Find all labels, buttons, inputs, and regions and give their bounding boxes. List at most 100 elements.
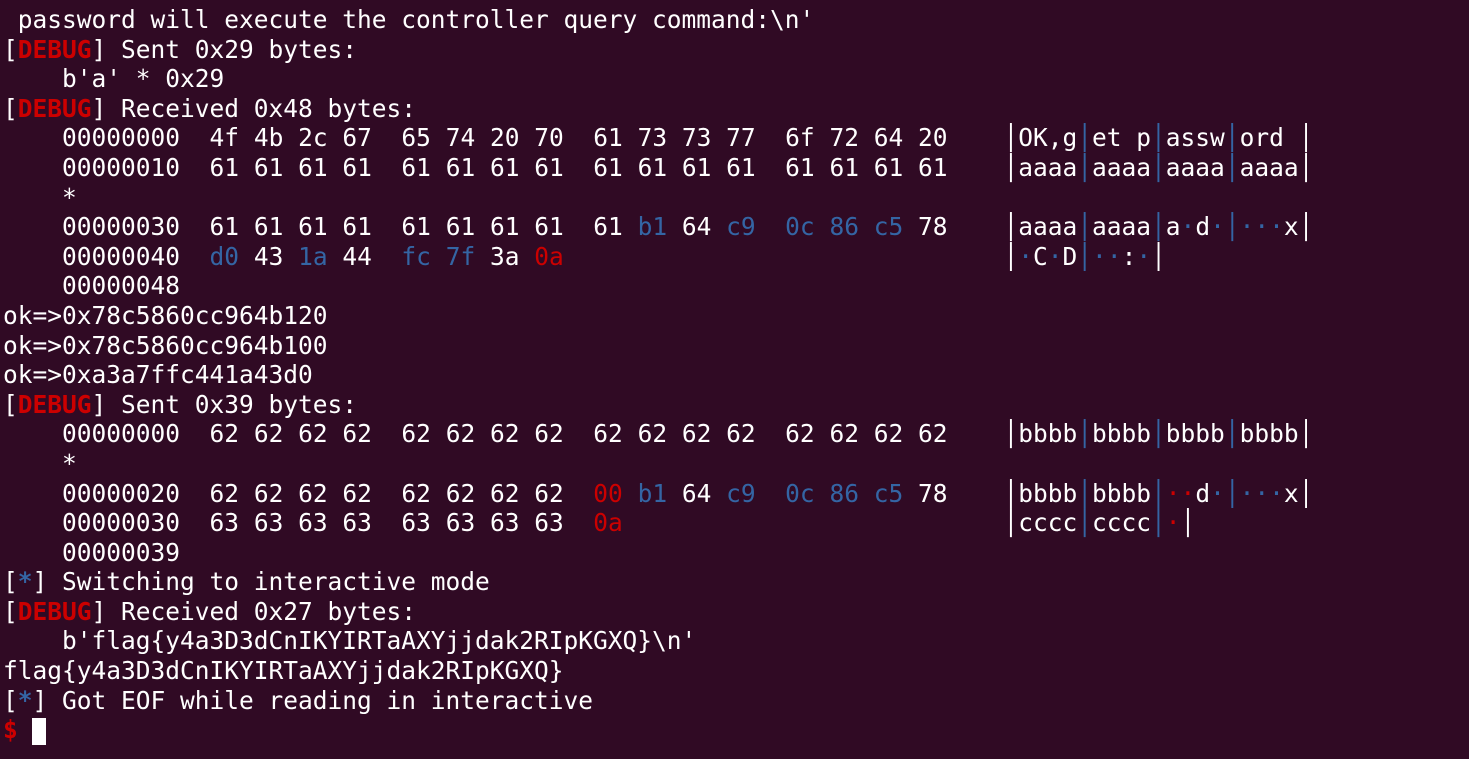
ascii-group: aaaa xyxy=(1239,152,1299,182)
hex-byte: 0a xyxy=(593,508,623,538)
ascii-border: │ xyxy=(1003,419,1019,449)
ascii-border: │ xyxy=(1298,419,1314,449)
hex-byte: 62 xyxy=(445,419,476,449)
terminal-line: [DEBUG] Sent 0x29 bytes: xyxy=(3,35,1469,65)
hex-byte: b1 xyxy=(637,478,668,508)
hex-byte: 3a xyxy=(489,241,520,271)
hex-byte: 61 xyxy=(445,152,476,182)
hex-byte: 61 xyxy=(726,152,756,182)
terminal-line: ok=>0xa3a7ffc441a43d0 xyxy=(3,360,1469,390)
hexdump-ascii: │·C·D│··:·│ xyxy=(1003,242,1165,271)
hexdump-bytes: 62 62 62 62 62 62 62 62 00 b1 64 c9 0c 8… xyxy=(210,479,974,509)
hexdump-ascii: │OK,g│et p│assw│ord │ xyxy=(1003,123,1313,152)
hexdump-ascii: │aaaa│aaaa│a·d·│···x│ xyxy=(1003,212,1313,241)
bracket-open: [ xyxy=(3,93,18,123)
hex-byte: 86 xyxy=(829,478,859,508)
ascii-group: cccc xyxy=(1018,508,1078,538)
ascii-separator: │ xyxy=(1077,241,1093,271)
hex-byte: 61 xyxy=(401,212,431,242)
ascii-group: aaaa xyxy=(1165,152,1225,182)
ascii-group: cccc xyxy=(1092,508,1152,538)
hex-byte: 61 xyxy=(209,152,240,182)
hex-byte: 4b xyxy=(253,123,284,153)
ascii-border: │ xyxy=(1003,508,1019,538)
terminal-line: 00000048 xyxy=(3,271,1469,301)
bracket-open: [ xyxy=(3,567,18,597)
hex-byte: 0a xyxy=(534,241,564,271)
terminal-line: 00000000 4f 4b 2c 67 65 74 20 70 61 73 7… xyxy=(3,123,1469,153)
hex-byte: 77 xyxy=(726,123,756,153)
hex-byte: 61 xyxy=(342,212,372,242)
hexdump-bytes: 61 61 61 61 61 61 61 61 61 b1 64 c9 0c 8… xyxy=(210,212,974,242)
ascii-border: │ xyxy=(1298,212,1314,242)
terminal-output[interactable]: password will execute the controller que… xyxy=(0,0,1469,759)
line-text: flag{y4a3D3dCnIKYIRTaAXYjjdak2RIpKGXQ} xyxy=(3,656,564,686)
hex-byte: d0 xyxy=(209,241,240,271)
line-text: ok=>0xa3a7ffc441a43d0 xyxy=(3,360,313,390)
hex-byte: 74 xyxy=(445,123,476,153)
ascii-group: bbbb xyxy=(1018,419,1078,449)
hex-byte: 65 xyxy=(401,123,431,153)
ascii-group: et p xyxy=(1092,123,1152,153)
terminal-line: b'flag{y4a3D3dCnIKYIRTaAXYjjdak2RIpKGXQ}… xyxy=(3,626,1469,656)
hex-byte: 61 xyxy=(298,212,328,242)
ascii-group: aaaa xyxy=(1018,212,1078,242)
line-text: b'flag{y4a3D3dCnIKYIRTaAXYjjdak2RIpKGXQ}… xyxy=(3,626,697,656)
ascii-group: ord xyxy=(1239,123,1299,153)
ascii-border: │ xyxy=(1298,478,1314,508)
line-text: * xyxy=(3,182,77,212)
hex-byte: 61 xyxy=(298,152,328,182)
hex-byte: 63 xyxy=(253,508,284,538)
hex-byte: 62 xyxy=(298,419,328,449)
hexdump-offset: 00000030 xyxy=(62,508,181,538)
hex-byte: 78 xyxy=(918,212,948,242)
terminal-line: 00000020 62 62 62 62 62 62 62 62 00 b1 6… xyxy=(3,479,1469,509)
bracket-open: [ xyxy=(3,596,18,626)
ascii-separator: │ xyxy=(1151,123,1166,153)
line-text: ] Switching to interactive mode xyxy=(32,567,490,597)
ascii-group: ··:· xyxy=(1092,241,1152,271)
hexdump-ascii: │aaaa│aaaa│aaaa│aaaa│ xyxy=(1003,153,1313,182)
hex-byte: 61 xyxy=(918,152,948,182)
ascii-border: │ xyxy=(1151,241,1166,271)
hex-byte: 61 xyxy=(829,152,859,182)
terminal-line: [*] Got EOF while reading in interactive xyxy=(3,686,1469,716)
ascii-separator: │ xyxy=(1151,478,1166,508)
bracket-open: [ xyxy=(3,685,18,715)
ascii-group: ···x xyxy=(1239,212,1299,242)
hexdump-offset: 00000020 xyxy=(62,478,181,508)
hex-byte: 67 xyxy=(342,123,372,153)
hex-byte: 62 xyxy=(873,419,904,449)
hex-byte: 43 xyxy=(253,241,284,271)
debug-tag: DEBUG xyxy=(17,93,92,123)
ascii-separator: │ xyxy=(1077,478,1092,508)
line-text: password will execute the controller que… xyxy=(3,5,815,34)
hex-byte: 00 xyxy=(593,478,623,508)
ascii-group: bbbb xyxy=(1092,478,1152,508)
hexdump-bytes: 61 61 61 61 61 61 61 61 61 61 61 61 61 6… xyxy=(210,153,974,183)
ascii-border: │ xyxy=(1003,152,1019,182)
hex-byte: 62 xyxy=(253,478,284,508)
hex-byte: 61 xyxy=(534,152,564,182)
hex-byte: 2c xyxy=(298,123,328,153)
hex-byte: 4f xyxy=(209,123,240,153)
terminal-line: flag{y4a3D3dCnIKYIRTaAXYjjdak2RIpKGXQ} xyxy=(3,656,1469,686)
hex-byte: 62 xyxy=(298,478,328,508)
hex-byte: 62 xyxy=(342,419,372,449)
hex-byte: 62 xyxy=(534,478,564,508)
hex-byte: c9 xyxy=(726,212,756,242)
hexdump-bytes: 63 63 63 63 63 63 63 63 0a xyxy=(210,508,974,538)
hexdump-offset: 00000010 xyxy=(62,152,181,182)
ascii-separator: │ xyxy=(1224,478,1240,508)
line-text: b'a' * 0x29 xyxy=(3,64,225,94)
hex-byte: 62 xyxy=(342,478,372,508)
hex-byte: 73 xyxy=(681,123,712,153)
terminal-line: * xyxy=(3,449,1469,479)
